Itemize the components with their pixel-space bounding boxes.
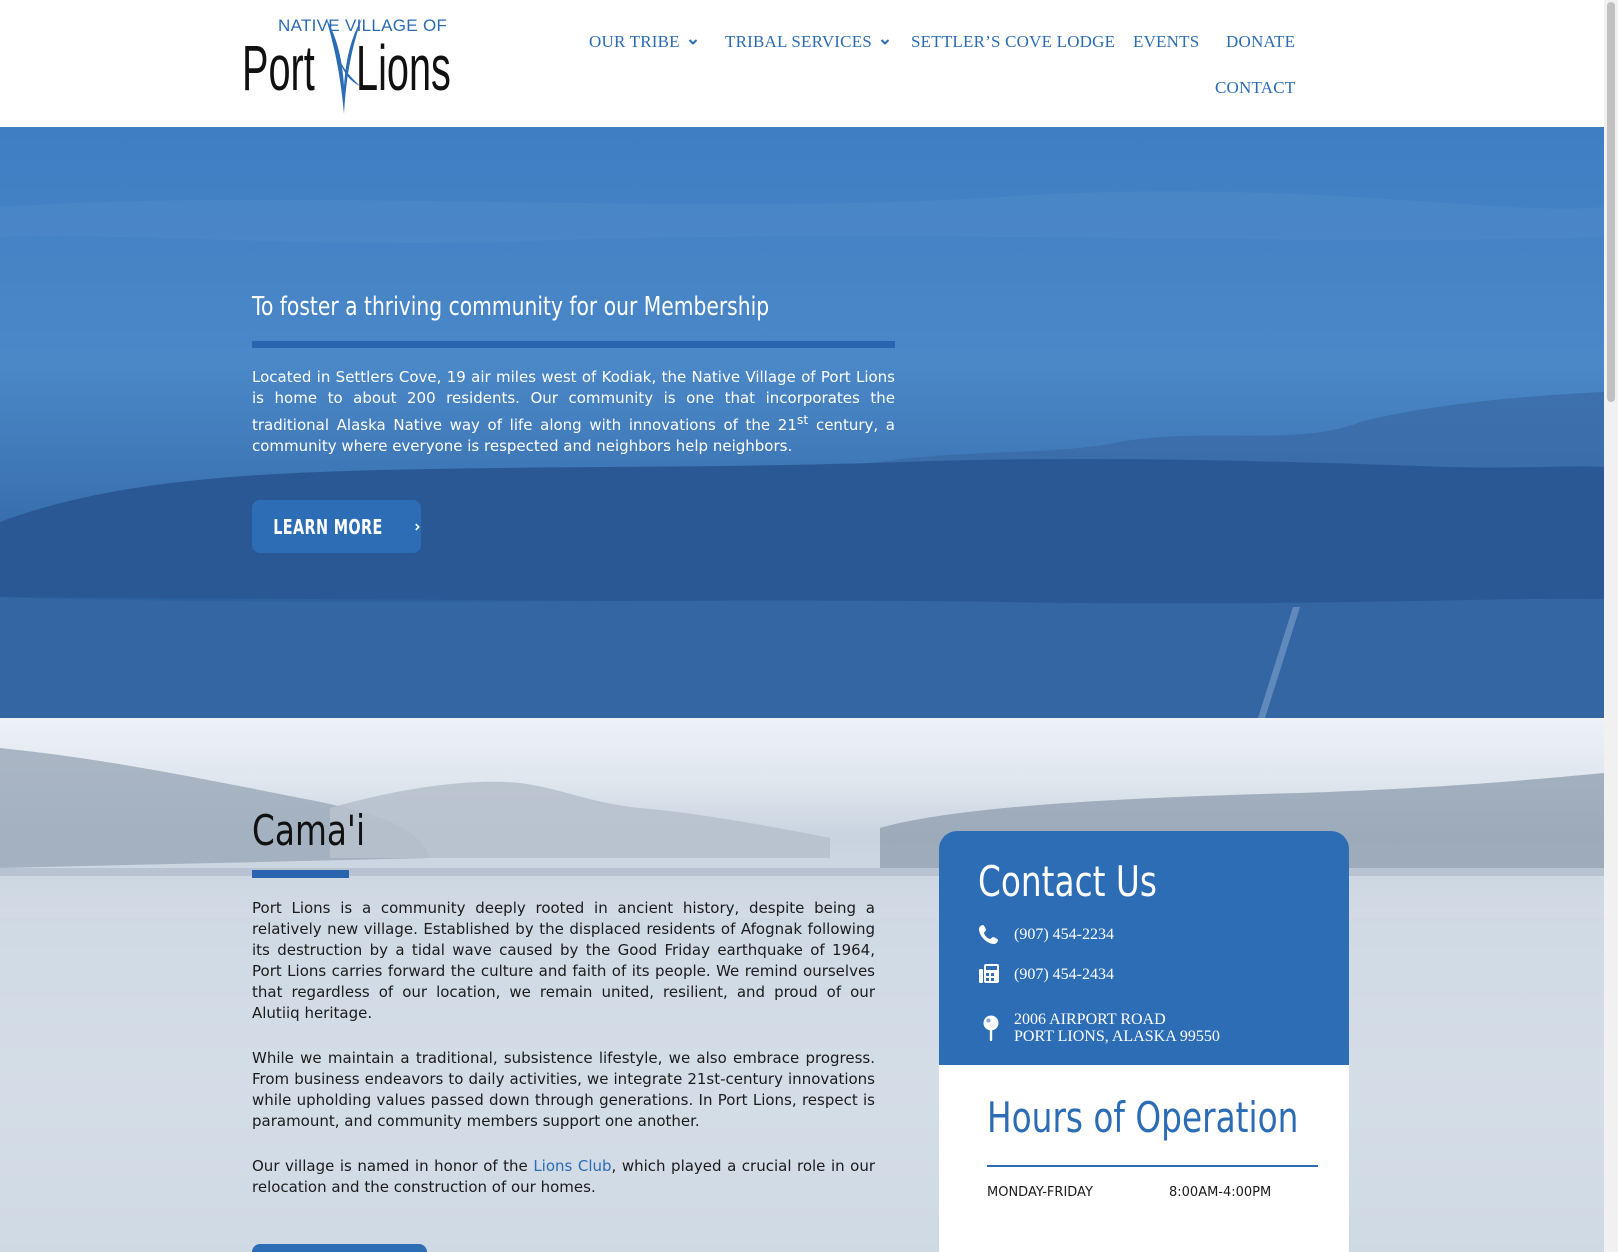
- chevron-right-icon: [415, 523, 420, 530]
- about-paragraph-3: Our village is named in honor of the Lio…: [252, 1156, 875, 1198]
- about-paragraph-2: While we maintain a traditional, subsist…: [252, 1049, 875, 1130]
- hours-panel: Hours of Operation MONDAY-FRIDAY 8:00AM-…: [939, 1065, 1349, 1252]
- hours-title: Hours of Operation: [987, 1093, 1299, 1142]
- hero-description: Located in Settlers Cove, 19 air miles w…: [252, 367, 895, 457]
- hours-time: 8:00AM-4:00PM: [1169, 1185, 1272, 1200]
- scrollbar-thumb[interactable]: [1607, 2, 1615, 402]
- about-text-part: Our village is named in honor of the: [252, 1157, 534, 1175]
- learn-more-button[interactable]: LEARN MORE: [252, 500, 421, 553]
- hero-text-superscript: st: [796, 412, 809, 427]
- nav-item-events[interactable]: EVENTS: [1133, 32, 1199, 52]
- nav-label: EVENTS: [1133, 32, 1200, 51]
- map-pin-icon: [983, 1015, 999, 1041]
- contact-us-panel: Contact Us (907) 454-2234 (907) 454-2434: [939, 831, 1349, 1065]
- contact-title: Contact Us: [978, 857, 1157, 906]
- nav-label: OUR TRIBE: [589, 32, 680, 51]
- contact-fax-row[interactable]: (907) 454-2434: [978, 963, 1114, 985]
- nav-label: SETTLER’S COVE LODGE: [911, 32, 1116, 51]
- nav-item-our-tribe[interactable]: OUR TRIBE: [589, 32, 698, 52]
- hours-day: MONDAY-FRIDAY: [987, 1185, 1093, 1200]
- contact-phone-row[interactable]: (907) 454-2234: [978, 923, 1114, 945]
- phone-icon: [979, 925, 998, 944]
- about-paragraph-1: Port Lions is a community deeply rooted …: [252, 899, 875, 1022]
- about-title: Cama'i: [252, 806, 366, 855]
- nav-item-donate[interactable]: DONATE: [1226, 32, 1295, 52]
- nav-label: TRIBAL SERVICES: [725, 32, 872, 51]
- chevron-down-icon: [880, 39, 890, 45]
- nav-label: CONTACT: [1215, 78, 1296, 97]
- hero-divider: [252, 341, 895, 348]
- about-section: Cama'i Port Lions is a community deeply …: [0, 718, 1604, 1252]
- site-header: NATIVE VILLAGE OF Port Lions OUR TRIBE T…: [0, 0, 1604, 127]
- learn-more-label: LEARN MORE: [273, 514, 383, 539]
- about-button[interactable]: [252, 1244, 427, 1252]
- contact-address-row[interactable]: 2006 AIRPORT ROAD PORT LIONS, ALASKA 995…: [978, 1011, 1220, 1045]
- main-nav: OUR TRIBE TRIBAL SERVICES SETTLER’S COVE…: [0, 0, 1604, 127]
- contact-card: Contact Us (907) 454-2234 (907) 454-2434: [939, 831, 1349, 1252]
- nav-item-contact[interactable]: CONTACT: [1215, 78, 1295, 98]
- chevron-down-icon: [688, 39, 697, 45]
- hours-divider: [987, 1165, 1318, 1167]
- nav-label: DONATE: [1226, 32, 1296, 51]
- nav-item-settlers-cove-lodge[interactable]: SETTLER’S COVE LODGE: [911, 32, 1115, 52]
- address-line-1: 2006 AIRPORT ROAD: [1014, 1011, 1166, 1028]
- nav-item-tribal-services[interactable]: TRIBAL SERVICES: [725, 32, 890, 52]
- fax-icon: [979, 964, 999, 983]
- contact-fax: (907) 454-2434: [1014, 965, 1114, 983]
- hero-section: To foster a thriving community for our M…: [0, 127, 1604, 718]
- address-line-2: PORT LIONS, ALASKA 99550: [1014, 1028, 1220, 1045]
- hero-title: To foster a thriving community for our M…: [252, 292, 770, 322]
- page-scrollbar[interactable]: [1604, 0, 1618, 1252]
- contact-address: 2006 AIRPORT ROAD PORT LIONS, ALASKA 995…: [1014, 1011, 1220, 1045]
- lions-club-link[interactable]: Lions Club: [533, 1157, 611, 1175]
- contact-phone: (907) 454-2234: [1014, 925, 1114, 943]
- about-divider: [252, 870, 349, 878]
